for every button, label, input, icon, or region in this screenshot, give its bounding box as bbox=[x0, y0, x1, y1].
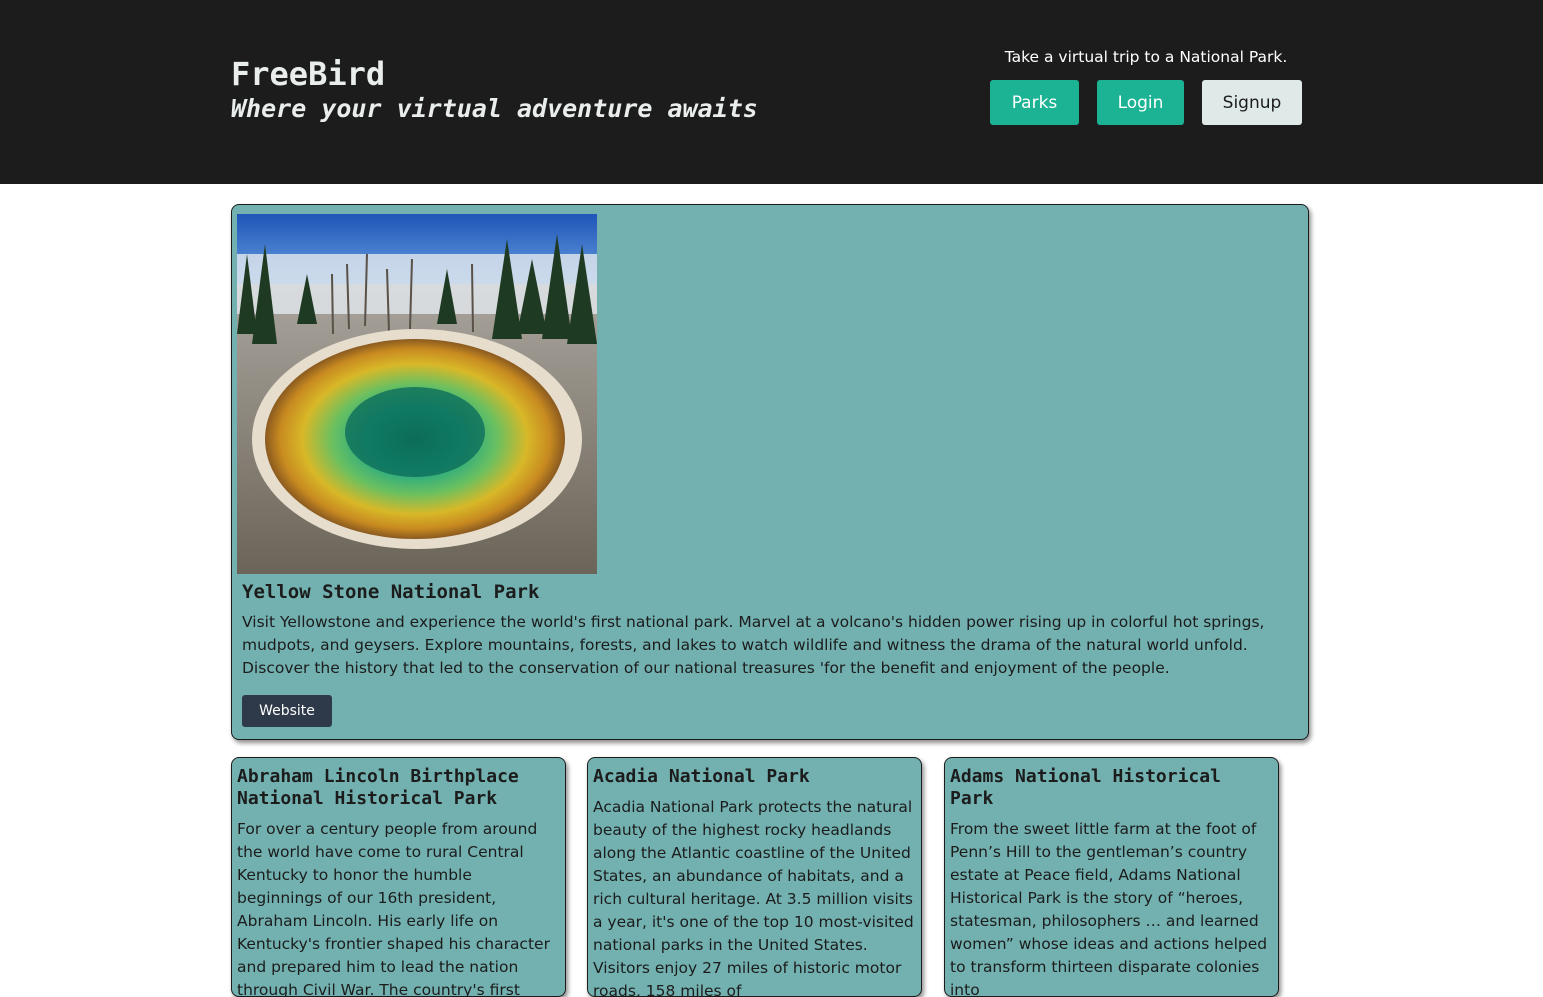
park-card[interactable]: Abraham Lincoln Birthplace National Hist… bbox=[231, 757, 566, 997]
park-card[interactable]: Adams National Historical Park From the … bbox=[944, 757, 1279, 997]
park-card-description: Acadia National Park protects the natura… bbox=[593, 798, 914, 997]
park-card-title: Adams National Historical Park bbox=[950, 766, 1221, 809]
park-card[interactable]: Acadia National Park Acadia National Par… bbox=[587, 757, 922, 997]
site-title: FreeBird bbox=[231, 55, 386, 93]
featured-park-card: Yellow Stone National Park Visit Yellows… bbox=[231, 204, 1309, 740]
signup-button[interactable]: Signup bbox=[1202, 80, 1302, 125]
park-card-title: Acadia National Park bbox=[593, 766, 810, 787]
parks-button[interactable]: Parks bbox=[990, 80, 1079, 125]
website-button[interactable]: Website bbox=[242, 695, 332, 727]
site-tagline: Where your virtual adventure awaits bbox=[231, 94, 758, 123]
park-card-description: From the sweet little farm at the foot o… bbox=[950, 820, 1268, 997]
site-header: FreeBird Where your virtual adventure aw… bbox=[0, 0, 1543, 184]
park-card-description: For over a century people from around th… bbox=[237, 820, 550, 997]
park-card-title: Abraham Lincoln Birthplace National Hist… bbox=[237, 766, 519, 809]
login-button[interactable]: Login bbox=[1097, 80, 1184, 125]
featured-park-title: Yellow Stone National Park bbox=[242, 581, 540, 603]
header-note: Take a virtual trip to a National Park. bbox=[1004, 48, 1288, 66]
featured-park-image bbox=[237, 214, 597, 574]
featured-park-description: Visit Yellowstone and experience the wor… bbox=[242, 613, 1265, 677]
